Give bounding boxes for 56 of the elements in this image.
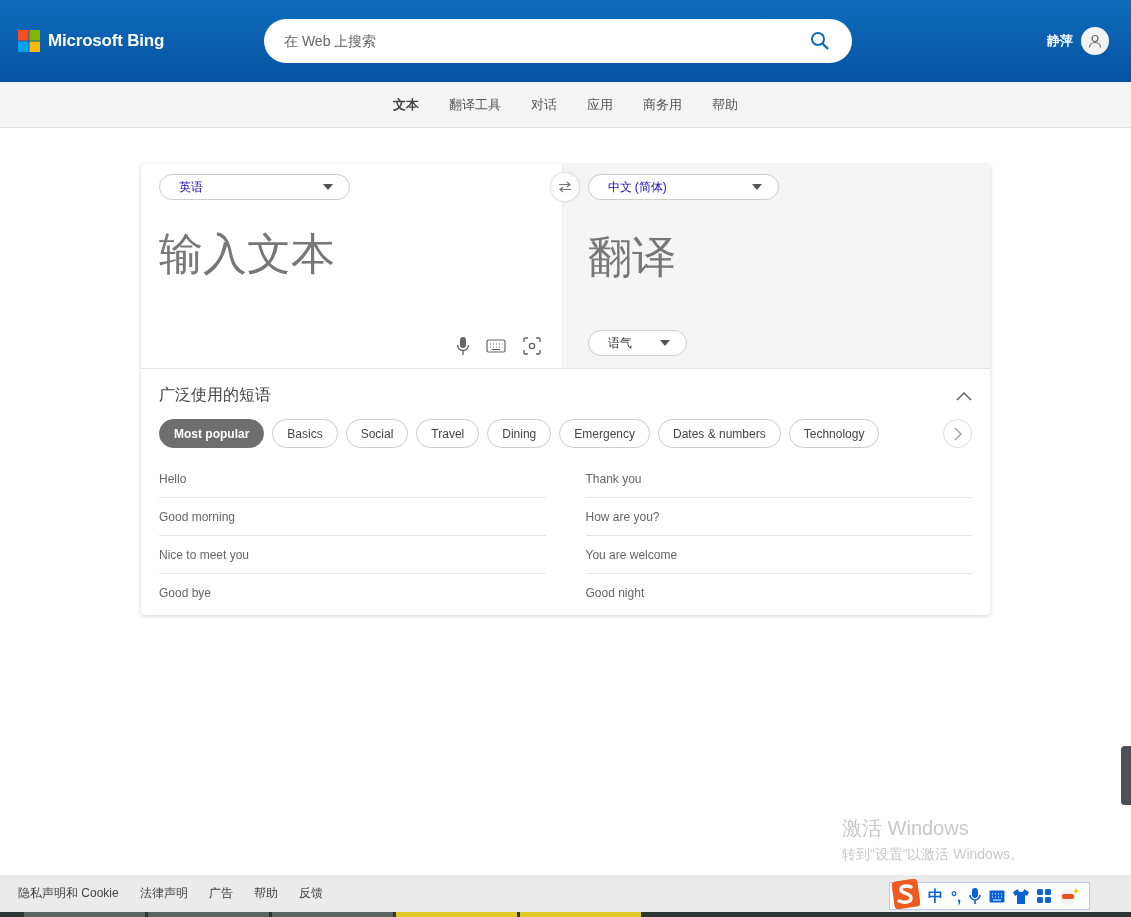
category-chip[interactable]: Most popular [159,419,265,448]
category-chip[interactable]: Dining [487,419,552,448]
source-language-select[interactable]: 英语 [159,174,350,200]
search-icon[interactable] [810,31,830,51]
footer-link[interactable]: 帮助 [253,885,278,902]
shirt-icon[interactable] [1013,888,1030,904]
phrase-item[interactable]: Hello [159,460,546,498]
grid-icon[interactable] [1037,889,1052,903]
nav-tab[interactable]: 文本 [378,95,434,114]
caret-icon [323,184,333,190]
mascot-icon[interactable] [1059,887,1080,905]
logo-text: Microsoft Bing [48,31,165,51]
keyboard-icon[interactable] [989,889,1006,903]
category-chip[interactable]: Technology [788,419,880,448]
phrase-item[interactable]: Nice to meet you [159,536,546,574]
footer-link[interactable]: 法律声明 [139,885,188,902]
category-chip[interactable]: Emergency [559,419,650,448]
avatar-icon[interactable] [1081,27,1109,55]
logo-icon [18,30,40,52]
nav-tab[interactable]: 对话 [516,95,572,114]
category-chip[interactable]: Basics [272,419,338,448]
phrase-item[interactable]: Good night [585,574,972,611]
caret-icon [751,184,762,190]
ime-logo-icon[interactable] [892,879,920,909]
phrase-item[interactable]: You are welcome [585,536,972,574]
microphone-icon[interactable] [969,887,982,905]
nav-tab[interactable]: 翻译工具 [434,95,516,114]
search-field[interactable]: 在 Web 上搜索 [264,19,852,63]
category-chip[interactable]: Dates & numbers [658,419,781,448]
tone-select[interactable]: 语气 [587,330,687,356]
phrase-item[interactable]: Thank you [585,460,972,498]
camera-icon[interactable] [521,336,542,356]
user-name[interactable]: 静萍 [1047,32,1073,50]
nav-tab[interactable]: 帮助 [697,95,753,114]
chevron-up-icon[interactable] [956,390,972,401]
phrase-item[interactable]: How are you? [585,498,972,536]
ime-mode[interactable]: 中 [928,886,943,906]
phrase-item[interactable]: Good morning [159,498,546,536]
translation-output: 翻译 [587,230,677,284]
category-chip[interactable]: Travel [416,419,480,448]
side-handle[interactable] [1121,746,1131,805]
footer-link[interactable]: 广告 [208,885,233,902]
caret-icon [659,340,670,346]
keyboard-icon[interactable] [485,336,506,356]
nav-tab[interactable]: 应用 [572,95,628,114]
footer-link[interactable]: 隐私声明和 Cookie [18,885,119,902]
footer-link[interactable]: 反馈 [298,885,323,902]
category-chip[interactable]: Social [345,419,409,448]
swap-icon[interactable] [551,173,579,201]
ime-punctuation[interactable]: °, [951,887,962,905]
phrase-item[interactable]: Good bye [159,574,546,611]
target-language-select[interactable]: 中文 (简体) [587,174,779,200]
nav-tab[interactable]: 商务用 [628,95,697,114]
section-title: 广泛使用的短语 [159,385,271,405]
input-field[interactable]: 输入文本 [159,228,544,279]
microphone-icon[interactable] [455,336,470,356]
